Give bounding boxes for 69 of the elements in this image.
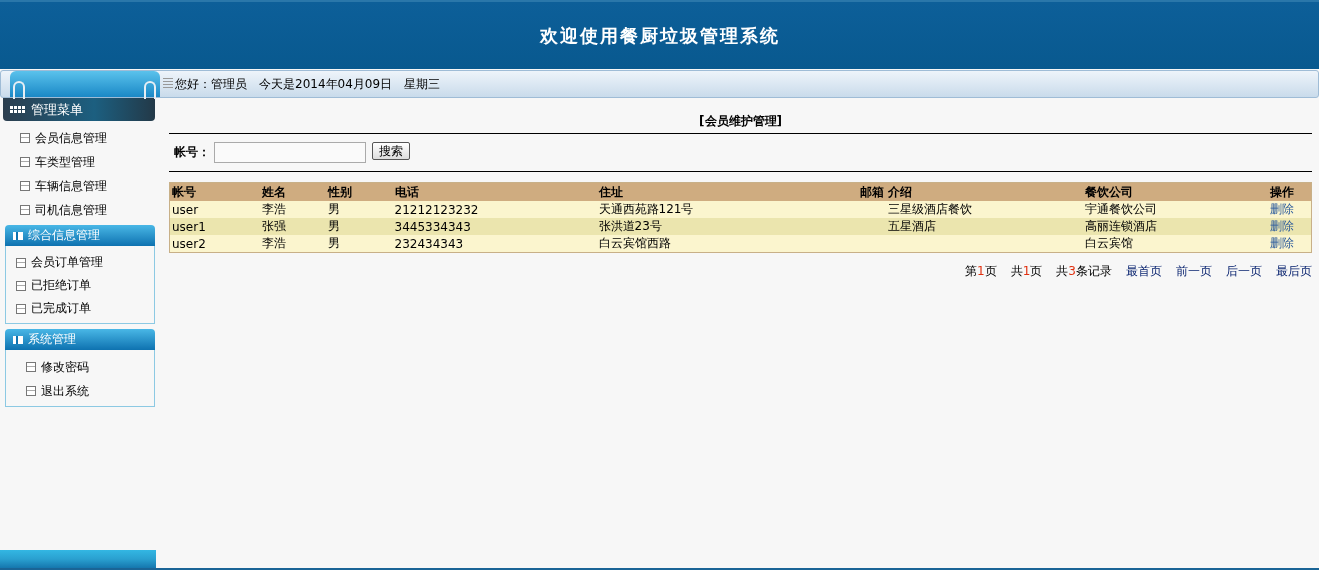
pager-status: 共1页 xyxy=(1010,263,1043,280)
pager-link[interactable]: 最首页 xyxy=(1126,263,1162,280)
date-text: 今天是2014年04月09日 xyxy=(259,75,393,93)
panel-icon xyxy=(13,335,23,344)
menu-item[interactable]: 退出系统 xyxy=(41,382,89,400)
pager-status: 第1页 xyxy=(965,263,997,280)
pager-status: 共3条记录 xyxy=(1056,263,1112,280)
column-header: 电话 xyxy=(392,182,597,201)
table-cell: 五星酒店 xyxy=(887,219,936,233)
search-field[interactable] xyxy=(214,142,366,163)
table-cell: 男 xyxy=(327,219,340,233)
page-title: 欢迎使用餐厨垃圾管理系统 xyxy=(539,23,780,48)
column-header: 性别 xyxy=(325,182,393,201)
table-cell: 宇通餐饮公司 xyxy=(1084,202,1157,216)
table-cell: 21212123232 xyxy=(394,202,479,217)
table-cell: 白云宾馆 xyxy=(1084,236,1133,250)
table-cell: 男 xyxy=(327,202,340,216)
column-header: 介绍 xyxy=(885,182,1083,201)
page-icon xyxy=(26,386,36,396)
table-cell: 李浩 xyxy=(261,202,286,216)
section-heading: [会员维护管理] xyxy=(698,113,783,130)
menu-item[interactable]: 车类型管理 xyxy=(35,153,95,171)
table-cell: 男 xyxy=(327,236,340,250)
menu-item[interactable]: 修改密码 xyxy=(41,358,89,376)
table-cell: 232434343 xyxy=(394,236,464,251)
column-header: 姓名 xyxy=(259,182,326,201)
column-header: 住址 xyxy=(596,182,820,201)
table-cell: 张强 xyxy=(261,219,286,233)
table-cell: 三星级酒店餐饮 xyxy=(887,202,972,216)
table-cell: user xyxy=(172,202,199,217)
page-icon xyxy=(20,181,30,191)
table-cell: user1 xyxy=(172,219,206,234)
pager-link[interactable]: 前一页 xyxy=(1176,263,1212,280)
section-title: 综合信息管理 xyxy=(28,227,100,244)
menu-item[interactable]: 车辆信息管理 xyxy=(35,177,107,195)
menu-item[interactable]: 已完成订单 xyxy=(31,300,91,317)
table-cell: 3445334343 xyxy=(394,219,471,234)
menu-title: 管理菜单 xyxy=(31,100,83,119)
page-icon xyxy=(26,362,36,372)
menu-item[interactable]: 会员订单管理 xyxy=(31,254,103,271)
table-cell: 白云宾馆西路 xyxy=(598,236,671,250)
table-cell: 天通西苑路121号 xyxy=(598,202,694,216)
column-header: 帐号 xyxy=(169,182,260,201)
grid-icon xyxy=(10,106,25,113)
menu-item[interactable]: 司机信息管理 xyxy=(35,201,107,219)
page-icon xyxy=(20,133,30,143)
page-icon xyxy=(16,280,26,291)
column-header: 操作 xyxy=(1267,182,1312,201)
table-cell: 张洪道23号 xyxy=(598,219,662,233)
page-icon xyxy=(16,257,26,268)
table-cell: 李浩 xyxy=(261,236,286,250)
section-title: 系统管理 xyxy=(28,331,76,348)
column-header: 餐饮公司 xyxy=(1082,182,1268,201)
menu-item[interactable]: 会员信息管理 xyxy=(35,129,107,147)
field-label: 帐号： xyxy=(174,144,210,161)
table-cell: user2 xyxy=(172,236,206,251)
table-cell: 高丽连锁酒店 xyxy=(1084,219,1157,233)
pager-link[interactable]: 最后页 xyxy=(1276,263,1312,280)
weekday-text: 星期三 xyxy=(404,75,441,93)
grip-icon xyxy=(163,78,173,90)
search-button[interactable]: 搜索 xyxy=(372,141,410,160)
page-icon xyxy=(20,205,30,215)
pager-link[interactable]: 后一页 xyxy=(1226,263,1262,280)
column-header: 邮箱 xyxy=(819,182,886,201)
page-icon xyxy=(16,303,26,314)
panel-icon xyxy=(13,231,23,240)
page-icon xyxy=(20,157,30,167)
menu-item[interactable]: 已拒绝订单 xyxy=(31,277,91,294)
greeting-text: 您好：管理员 xyxy=(175,75,247,93)
